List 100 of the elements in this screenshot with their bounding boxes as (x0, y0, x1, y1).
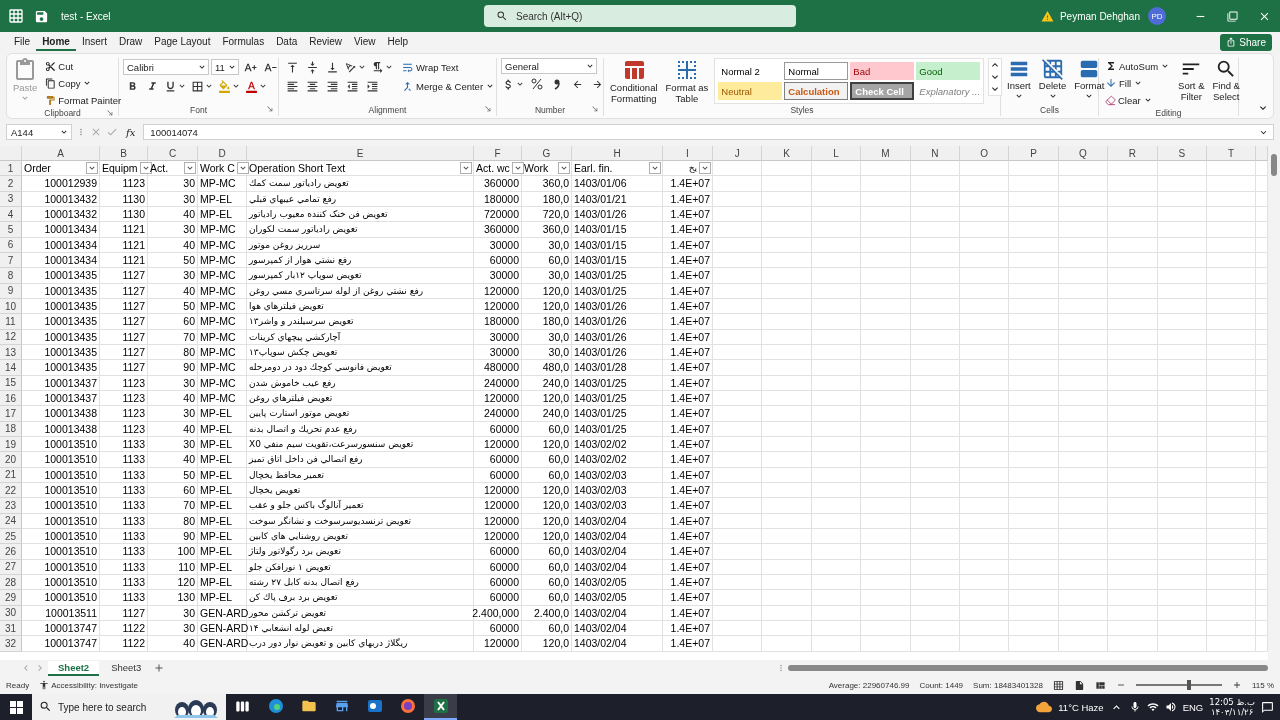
merge-center-button[interactable]: Merge & Center (399, 77, 498, 95)
row-header[interactable]: 23 (0, 498, 22, 514)
cell-style[interactable]: Neutral (718, 82, 783, 100)
cell-style[interactable]: Calculation (784, 82, 849, 100)
ribbon-tab[interactable]: Help (381, 33, 415, 51)
insert-function-button[interactable]: fx (126, 126, 136, 138)
column-header[interactable]: G (522, 146, 572, 161)
spreadsheet-app-button[interactable] (424, 694, 457, 720)
cells-button[interactable]: Delete (1036, 58, 1069, 101)
column-header[interactable]: R (1108, 146, 1158, 161)
row-header[interactable]: 1 (0, 161, 22, 177)
row-header[interactable]: 26 (0, 544, 22, 560)
row-header[interactable]: 11 (0, 314, 22, 330)
normal-view-icon[interactable] (1052, 679, 1064, 691)
share-button[interactable]: Share (1220, 33, 1272, 51)
column-header[interactable]: J (713, 146, 763, 161)
ribbon-tab[interactable]: Page Layout (148, 33, 217, 51)
user-avatar[interactable]: PD (1148, 7, 1166, 25)
launcher-icon[interactable] (266, 105, 274, 113)
row-header[interactable]: 32 (0, 636, 22, 652)
clock[interactable]: 12:05 ب.ظ ۱۴۰۳/۱۱/۲۶ (1209, 697, 1255, 717)
filter-button[interactable] (184, 162, 196, 175)
ribbon-tab[interactable]: Home (36, 33, 76, 51)
column-header[interactable]: F (474, 146, 522, 161)
find-select-button[interactable]: Find & Select (1210, 58, 1242, 102)
column-header[interactable]: B (100, 146, 148, 161)
column-header[interactable]: M (861, 146, 911, 161)
sheet-tab[interactable]: Sheet2 (48, 660, 100, 676)
row-header[interactable]: 29 (0, 590, 22, 606)
cells-button[interactable]: Insert (1005, 58, 1033, 101)
sheet-tab[interactable]: Sheet3 (101, 660, 152, 676)
restore-icon[interactable] (1226, 10, 1238, 22)
column-header[interactable]: S (1157, 146, 1207, 161)
page-layout-icon[interactable] (1073, 679, 1085, 691)
column-header[interactable]: Q (1058, 146, 1109, 161)
column-header[interactable]: A (22, 146, 100, 161)
column-header[interactable]: C (148, 146, 198, 161)
wrap-text-button[interactable]: Wrap Text (399, 58, 498, 76)
column-header[interactable]: H (572, 146, 663, 161)
ribbon-tab[interactable]: Insert (75, 33, 113, 51)
volume-icon[interactable] (1164, 701, 1177, 713)
column-header[interactable]: N (910, 146, 960, 161)
page-break-icon[interactable] (1094, 679, 1106, 691)
ribbon-tab[interactable]: File (8, 33, 37, 51)
add-sheet-icon[interactable] (153, 662, 166, 674)
accessibility-status[interactable]: Accessibility: Investigate (51, 680, 138, 690)
ribbon-tab[interactable]: View (348, 33, 382, 51)
column-header[interactable]: E (247, 146, 474, 161)
notifications-icon[interactable] (1261, 700, 1274, 714)
column-header[interactable]: P (1009, 146, 1059, 161)
row-header[interactable]: 17 (0, 406, 22, 422)
launcher-icon[interactable] (106, 109, 114, 117)
filter-button[interactable] (236, 162, 249, 175)
filter-button[interactable] (86, 162, 98, 175)
cell-style[interactable]: Good (916, 62, 981, 80)
filter-button[interactable] (649, 162, 661, 175)
ribbon-tab[interactable]: Review (303, 33, 349, 51)
ribbon-tab[interactable]: Data (270, 33, 304, 51)
conditional-formatting-button[interactable]: Conditional Formatting (608, 58, 660, 104)
column-header[interactable]: O (959, 146, 1010, 161)
font-size-select[interactable]: 11 (211, 59, 239, 75)
format-painter-button[interactable]: Format Painter (43, 92, 124, 108)
formula-field[interactable]: 100014074 (143, 124, 1274, 140)
row-header[interactable]: 8 (0, 268, 22, 284)
column-header[interactable]: L (811, 146, 862, 161)
percent-button[interactable] (528, 75, 546, 93)
check-icon[interactable] (106, 126, 118, 138)
ribbon-tab[interactable]: Formulas (216, 33, 271, 51)
launcher-icon[interactable] (484, 105, 492, 113)
row-header[interactable]: 20 (0, 452, 22, 468)
column-header[interactable]: K (762, 146, 812, 161)
filter-button[interactable] (558, 162, 570, 175)
sort-filter-button[interactable]: Sort & Filter (1176, 58, 1207, 102)
language-indicator[interactable]: ENG (1182, 701, 1204, 713)
cell-style[interactable]: Normal (784, 62, 849, 80)
save-icon[interactable] (34, 8, 49, 24)
filter-button[interactable] (511, 162, 524, 175)
cell-style[interactable]: Bad (850, 62, 915, 80)
row-header[interactable]: 14 (0, 360, 22, 376)
format-as-table-button[interactable]: Format as Table (663, 58, 711, 104)
name-box[interactable]: A144 (6, 124, 72, 140)
filter-button[interactable] (139, 162, 152, 175)
filter-button[interactable] (460, 162, 472, 175)
number-format-select[interactable]: General (501, 58, 597, 74)
weather-icon[interactable] (1036, 699, 1053, 715)
wifi-icon[interactable] (1146, 701, 1159, 713)
row-header[interactable]: 2 (0, 176, 22, 192)
cut-button[interactable]: Cut (43, 58, 124, 74)
column-header[interactable]: T (1206, 146, 1257, 161)
column-header[interactable]: I (663, 146, 713, 161)
row-header[interactable]: 5 (0, 222, 22, 238)
copy-button[interactable]: Copy (43, 75, 124, 91)
search-field[interactable]: Search (Alt+Q) (484, 5, 796, 27)
font-name-select[interactable]: Calibri (123, 59, 209, 75)
filter-button[interactable] (699, 162, 711, 175)
weather-text[interactable]: 11°C Haze (1058, 701, 1104, 713)
horizontal-scrollbar[interactable] (788, 663, 1268, 673)
ribbon-tab[interactable]: Draw (112, 33, 149, 51)
launcher-icon[interactable] (591, 105, 599, 113)
column-header[interactable]: D (198, 146, 247, 161)
